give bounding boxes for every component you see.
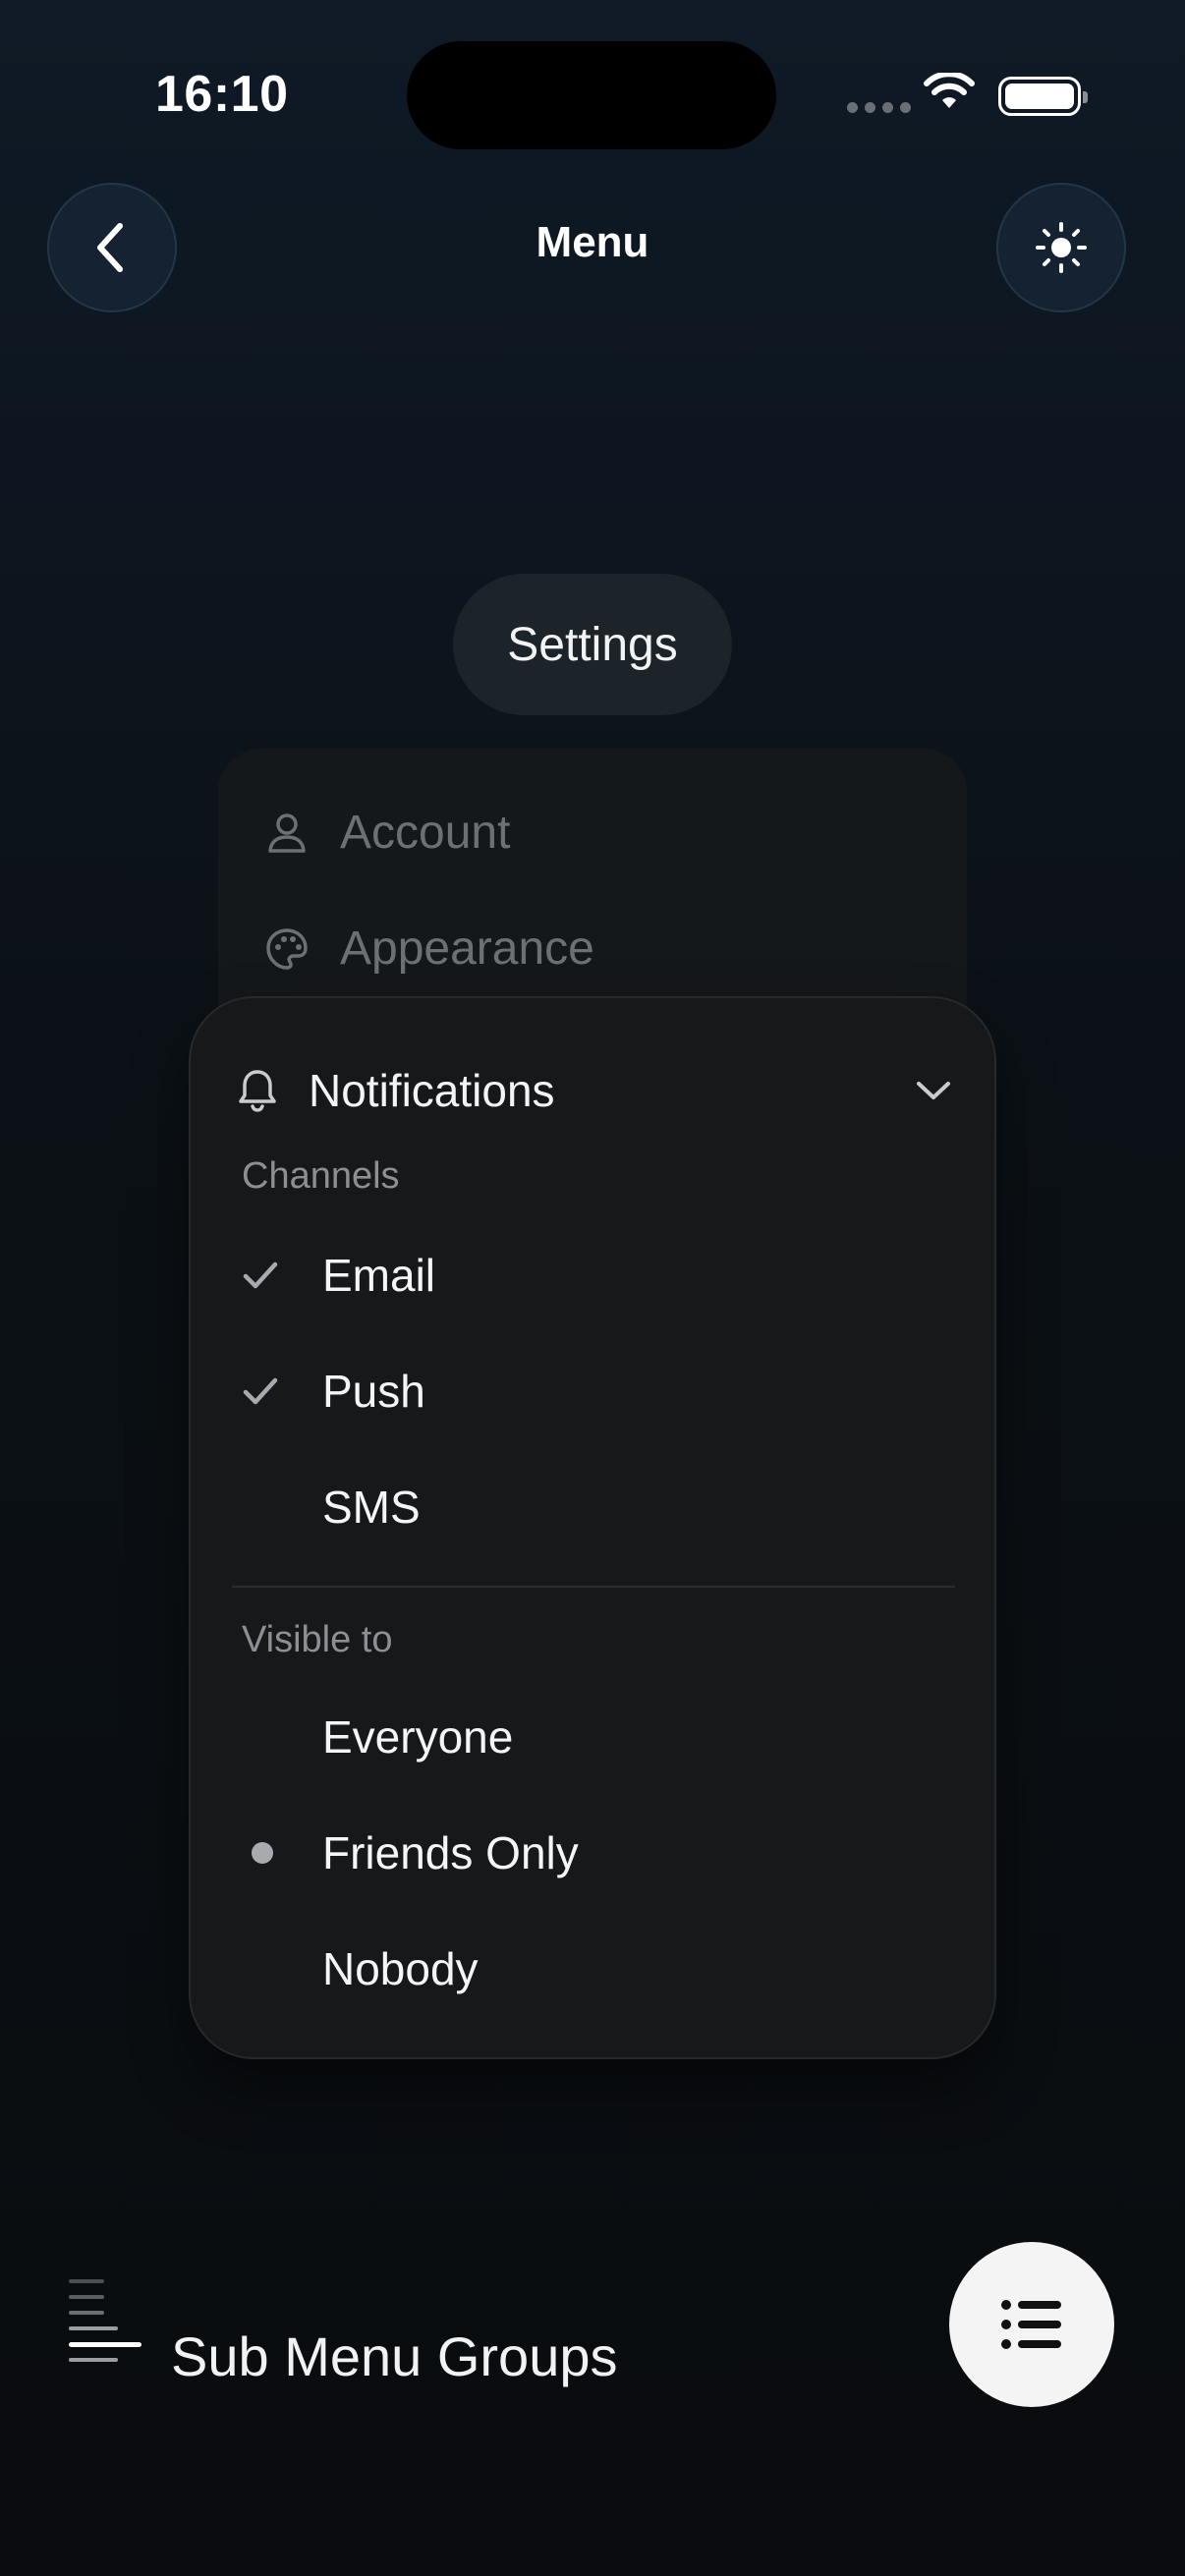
theme-toggle-button[interactable] [996, 183, 1126, 312]
section-label-channels: Channels [242, 1155, 400, 1197]
radio-selected-icon [252, 1842, 273, 1864]
dynamic-island [407, 41, 776, 149]
menu-item-label: Appearance [340, 923, 594, 975]
menu-item-label: Account [340, 807, 511, 859]
checkmark-icon [243, 1261, 278, 1289]
chevron-down-icon [917, 1082, 950, 1099]
checkmark-icon [243, 1377, 278, 1405]
wifi-icon [924, 71, 975, 117]
sun-icon [1036, 222, 1087, 273]
option-label: Nobody [322, 1943, 479, 1994]
palette-icon [266, 927, 308, 970]
menu-item-appearance[interactable]: Appearance [263, 922, 594, 976]
channel-option-push[interactable]: Push [242, 1352, 949, 1430]
page-title: Menu [536, 218, 649, 266]
settings-button[interactable]: Settings [453, 574, 732, 715]
section-label-visible-to: Visible to [242, 1619, 393, 1660]
option-label: Friends Only [322, 1827, 579, 1878]
visibility-option-nobody[interactable]: Nobody [242, 1930, 949, 2008]
option-label: Email [322, 1250, 436, 1301]
channel-option-sms[interactable]: SMS [242, 1468, 949, 1546]
sub-menu-lines-icon [69, 2277, 143, 2384]
option-label: Everyone [322, 1711, 514, 1763]
visibility-option-everyone[interactable]: Everyone [242, 1698, 949, 1776]
person-icon [268, 812, 306, 853]
cellular-signal-icon [847, 102, 911, 113]
channel-option-email[interactable]: Email [242, 1236, 949, 1315]
visibility-option-friends-only[interactable]: Friends Only [242, 1814, 949, 1892]
back-button[interactable] [47, 183, 177, 312]
status-time: 16:10 [155, 66, 289, 123]
section-divider [232, 1586, 955, 1588]
bell-icon [239, 1070, 276, 1112]
menu-item-account[interactable]: Account [263, 806, 510, 860]
chevron-left-icon [97, 223, 123, 272]
notifications-header[interactable]: Notifications [236, 1059, 953, 1122]
option-label: SMS [322, 1482, 421, 1533]
list-menu-button[interactable] [949, 2242, 1114, 2407]
list-icon [1001, 2300, 1061, 2349]
footer-label: Sub Menu Groups [171, 2325, 618, 2387]
battery-icon [998, 77, 1088, 116]
dropdown-title: Notifications [309, 1065, 555, 1116]
option-label: Push [322, 1366, 425, 1417]
